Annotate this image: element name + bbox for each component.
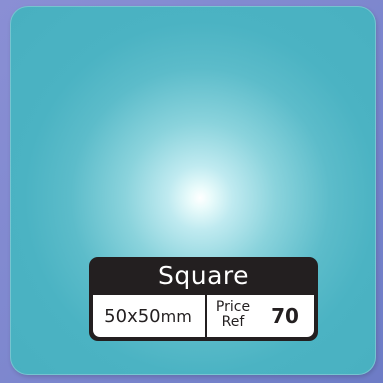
price-ref-label-line1: Price — [215, 299, 251, 315]
divider — [205, 295, 207, 337]
price-ref-label: Price Ref — [209, 300, 257, 330]
price-ref-value: 70 — [271, 304, 299, 328]
product-label: Square 50x50 mm Price Ref 70 — [89, 257, 318, 341]
size-value: 50x50 — [104, 305, 161, 327]
price-ref-label-line2: Ref — [221, 314, 245, 330]
size-unit: mm — [160, 306, 192, 326]
size-cell: 50x50 mm — [93, 295, 203, 337]
product-details: 50x50 mm Price Ref 70 — [93, 295, 314, 337]
product-title: Square — [157, 261, 249, 290]
